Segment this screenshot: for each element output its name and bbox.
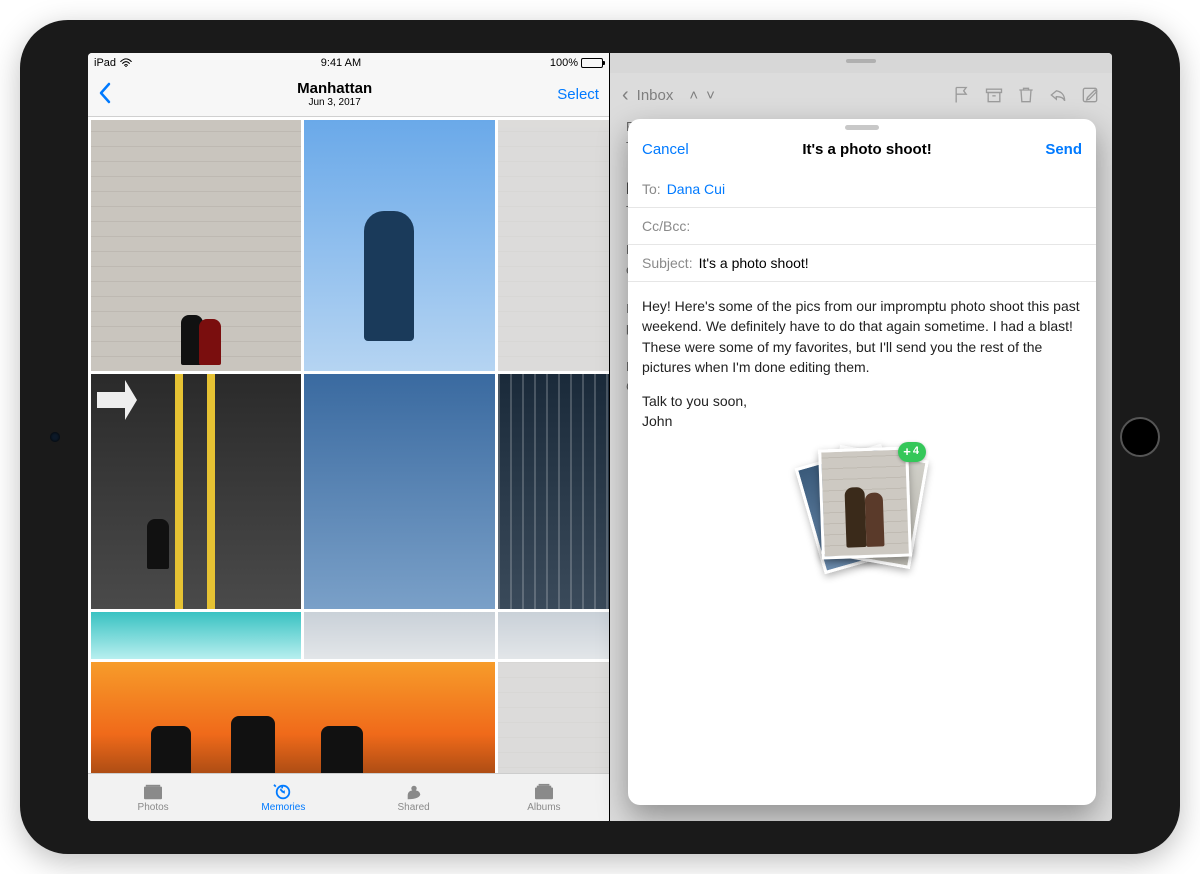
subject-field[interactable]: Subject: It's a photo shoot! bbox=[628, 245, 1096, 282]
status-device: iPad bbox=[94, 57, 116, 69]
flag-icon[interactable] bbox=[952, 85, 972, 105]
screen: iPad 9:41 AM 100% Manhattan Ju bbox=[88, 53, 1112, 821]
home-button[interactable] bbox=[1120, 417, 1160, 457]
photo-thumbnail[interactable] bbox=[498, 612, 609, 659]
attachment-count-badge: + 4 bbox=[898, 442, 926, 462]
chevron-left-icon[interactable]: ‹ bbox=[622, 84, 629, 107]
tab-memories[interactable]: Memories bbox=[218, 774, 348, 821]
compose-icon[interactable] bbox=[1080, 85, 1100, 105]
chevron-left-icon bbox=[98, 82, 112, 104]
tab-label: Photos bbox=[138, 802, 169, 813]
select-button[interactable]: Select bbox=[557, 86, 599, 103]
body-paragraph[interactable]: Hey! Here's some of the pics from our im… bbox=[642, 296, 1082, 377]
photos-app: iPad 9:41 AM 100% Manhattan Ju bbox=[88, 53, 610, 821]
albums-icon bbox=[533, 783, 555, 801]
chevron-down-icon[interactable]: ˅ bbox=[706, 87, 715, 104]
chevron-up-icon[interactable]: ˄ bbox=[689, 87, 698, 104]
to-value[interactable]: Dana Cui bbox=[667, 181, 725, 197]
attachment-stack[interactable]: + 4 bbox=[802, 446, 922, 576]
to-field[interactable]: To: Dana Cui bbox=[628, 171, 1096, 208]
send-button[interactable]: Send bbox=[1045, 141, 1082, 158]
photos-tabbar: Photos Memories Shared Albums bbox=[88, 773, 609, 821]
album-title: Manhattan bbox=[297, 81, 372, 98]
photo-thumbnail[interactable] bbox=[498, 374, 609, 609]
compose-title: It's a photo shoot! bbox=[802, 141, 931, 158]
status-bar: iPad 9:41 AM 100% bbox=[88, 53, 609, 73]
wifi-icon bbox=[120, 58, 132, 68]
photo-thumbnail[interactable] bbox=[304, 612, 495, 659]
tab-label: Albums bbox=[527, 802, 560, 813]
photo-thumbnail[interactable] bbox=[91, 612, 301, 659]
tab-albums[interactable]: Albums bbox=[479, 774, 609, 821]
mail-app: ‹ Inbox ˄ ˅ bbox=[610, 53, 1112, 821]
photos-icon bbox=[142, 783, 164, 801]
status-battery-pct: 100% bbox=[550, 57, 578, 69]
album-date: Jun 3, 2017 bbox=[297, 97, 372, 108]
subject-value[interactable]: It's a photo shoot! bbox=[699, 255, 809, 271]
plus-icon: + bbox=[903, 445, 911, 458]
photo-thumbnail[interactable] bbox=[91, 374, 301, 609]
trash-icon[interactable] bbox=[1016, 85, 1036, 105]
cancel-button[interactable]: Cancel bbox=[642, 141, 689, 158]
attachment-count: 4 bbox=[913, 444, 919, 460]
mail-back-label[interactable]: Inbox bbox=[637, 87, 674, 104]
compose-body[interactable]: Hey! Here's some of the pics from our im… bbox=[628, 282, 1096, 805]
photo-thumbnail[interactable] bbox=[91, 662, 495, 773]
photo-thumbnail[interactable] bbox=[91, 120, 301, 371]
photo-grid[interactable] bbox=[88, 117, 609, 773]
reply-icon[interactable] bbox=[1048, 85, 1068, 105]
photo-thumbnail[interactable] bbox=[498, 120, 609, 371]
photo-thumbnail[interactable] bbox=[304, 120, 495, 371]
body-signature[interactable]: Talk to you soon, John bbox=[642, 391, 1082, 432]
photo-thumbnail[interactable] bbox=[498, 662, 609, 773]
tab-label: Shared bbox=[398, 802, 430, 813]
archive-icon[interactable] bbox=[984, 85, 1004, 105]
back-button[interactable] bbox=[98, 82, 112, 108]
tab-shared[interactable]: Shared bbox=[349, 774, 479, 821]
photos-navbar: Manhattan Jun 3, 2017 Select bbox=[88, 73, 609, 117]
arrow-icon bbox=[97, 380, 137, 420]
photo-thumbnail[interactable] bbox=[304, 374, 495, 609]
camera-dot bbox=[50, 432, 60, 442]
sheet-handle[interactable] bbox=[845, 125, 879, 130]
compose-sheet: Cancel It's a photo shoot! Send To: Dana… bbox=[628, 119, 1096, 805]
mail-toolbar: ‹ Inbox ˄ ˅ bbox=[610, 73, 1112, 117]
attachment-photo[interactable] bbox=[818, 446, 912, 559]
tab-photos[interactable]: Photos bbox=[88, 774, 218, 821]
subject-label: Subject: bbox=[642, 255, 693, 271]
status-time: 9:41 AM bbox=[321, 57, 361, 69]
battery-icon bbox=[581, 58, 603, 68]
ipad-frame: iPad 9:41 AM 100% Manhattan Ju bbox=[20, 20, 1180, 854]
cc-bcc-field[interactable]: Cc/Bcc: bbox=[628, 208, 1096, 245]
shared-icon bbox=[403, 783, 425, 801]
memories-icon bbox=[272, 783, 294, 801]
tab-label: Memories bbox=[261, 802, 305, 813]
to-label: To: bbox=[642, 181, 661, 197]
cc-bcc-label: Cc/Bcc: bbox=[642, 218, 690, 234]
